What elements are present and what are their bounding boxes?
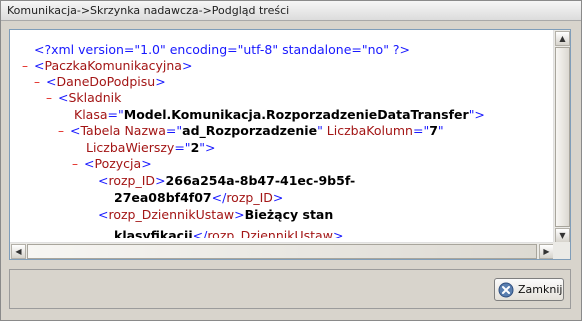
collapse-toggle[interactable]: –	[58, 124, 64, 138]
scroll-down-arrow-icon[interactable]: ▼	[555, 228, 570, 243]
scroll-right-arrow-icon[interactable]: ▶	[539, 244, 554, 259]
scroll-up-arrow-icon[interactable]: ▲	[555, 31, 570, 46]
collapse-toggle[interactable]: –	[34, 75, 40, 89]
horizontal-scrollbar[interactable]: ◀ ▶	[10, 242, 555, 259]
collapse-toggle[interactable]: –	[22, 59, 28, 73]
scroll-left-arrow-icon[interactable]: ◀	[11, 244, 26, 259]
horizontal-scroll-thumb[interactable]	[27, 244, 537, 259]
close-button[interactable]: Zamknij	[494, 278, 564, 301]
scrollbar-corner	[553, 242, 570, 259]
xml-node-paczka: <PaczkaKomunikacyjna>	[34, 58, 193, 73]
xml-node-dziennik-cont: klasyfikacji</rozp_DziennikUstaw>	[114, 228, 344, 238]
xml-node-dziennik: <rozp_DziennikUstaw>Bieżący stan	[98, 207, 334, 222]
xml-node-skladnik: <Skladnik	[58, 90, 122, 105]
xml-viewer[interactable]: <?xml version="1.0" encoding="utf-8" sta…	[9, 29, 571, 260]
xml-attr-klasa: Klasa="Model.Komunikacja.RozporzadzenieD…	[74, 107, 485, 122]
button-panel: Zamknij	[9, 269, 571, 309]
collapse-toggle[interactable]: –	[72, 157, 78, 171]
preview-window: Komunikacja->Skrzynka nadawcza->Podgląd …	[0, 0, 582, 321]
xml-attr-liczba-wierszy: LiczbaWierszy="2">	[86, 140, 216, 155]
vertical-scrollbar[interactable]: ▲ ▼	[553, 30, 570, 244]
vertical-scroll-thumb[interactable]	[555, 47, 570, 227]
close-icon	[498, 282, 514, 297]
xml-content: <?xml version="1.0" encoding="utf-8" sta…	[10, 30, 552, 238]
collapse-toggle[interactable]: –	[46, 91, 52, 105]
xml-node-dane: <DaneDoPodpisu>	[46, 74, 166, 89]
xml-node-rozp-id-cont: 27ea08bf4f07</rozp_ID>	[114, 190, 284, 205]
xml-node-rozp-id: <rozp_ID>266a254a-8b47-41ec-9b5f-	[98, 173, 356, 188]
xml-node-pozycja: <Pozycja>	[84, 156, 152, 171]
close-button-label: Zamknij	[518, 283, 563, 296]
xml-declaration: <?xml version="1.0" encoding="utf-8" sta…	[34, 42, 411, 57]
window-title: Komunikacja->Skrzynka nadawcza->Podgląd …	[1, 1, 581, 21]
xml-node-tabela: <Tabela Nazwa="ad_Rozporzadzenie" Liczba…	[70, 123, 444, 138]
